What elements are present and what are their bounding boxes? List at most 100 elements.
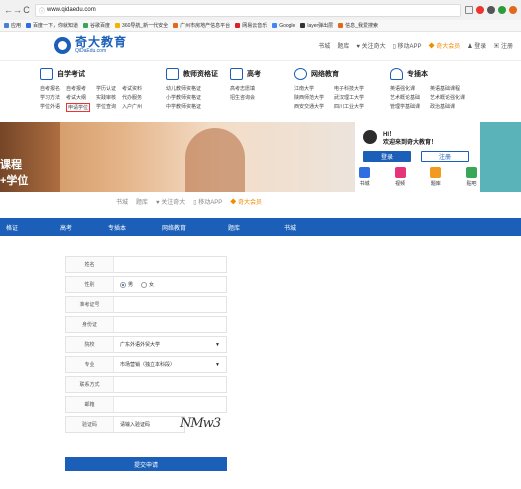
- quick-link-video[interactable]: 视频: [394, 167, 406, 187]
- quick-link-bookstore[interactable]: 书城: [359, 167, 370, 187]
- menu-link[interactable]: 电子科技大学: [334, 85, 364, 92]
- bookmark-item[interactable]: 360导航_新一代安全: [115, 22, 168, 29]
- site-logo[interactable]: 奇大教育 QiDaEdu.com: [54, 36, 127, 54]
- link-login[interactable]: ♟ 登录: [467, 41, 486, 50]
- captcha-image[interactable]: NMw3: [180, 416, 230, 433]
- star-icon[interactable]: [465, 6, 473, 14]
- bookmark-item[interactable]: 谷歌百度: [83, 22, 110, 29]
- category-title[interactable]: 网络教育: [311, 69, 339, 79]
- link-bookstore[interactable]: 书城: [116, 197, 128, 206]
- menu-link-apply-degree[interactable]: 申请学位: [66, 103, 91, 112]
- link-bookstore[interactable]: 书城: [318, 41, 330, 50]
- category-gaokao: 高考 高考志愿填 招生咨询会: [230, 67, 261, 101]
- nav-item[interactable]: 书城: [284, 223, 296, 232]
- menu-link[interactable]: 考试资料: [122, 85, 142, 92]
- menu-link[interactable]: 自考报名: [40, 85, 60, 92]
- building-icon: [230, 68, 243, 80]
- major-select[interactable]: 专业 市场营销（独立本科段） ▼: [65, 356, 227, 373]
- menu-link[interactable]: 陕西师范大学: [294, 94, 324, 101]
- back-icon[interactable]: ←: [4, 5, 13, 15]
- bookmark-baidu[interactable]: 百度一下，你就知道: [26, 22, 78, 29]
- extension-icon[interactable]: [498, 6, 506, 14]
- link-follow[interactable]: ♥ 关注奇大: [356, 41, 385, 50]
- contact-field[interactable]: 联系方式: [65, 376, 227, 393]
- menu-link[interactable]: 英语基础课程: [430, 85, 465, 92]
- link-question-bank[interactable]: 题库: [136, 197, 148, 206]
- extension-icon[interactable]: [476, 6, 484, 14]
- site-header: 奇大教育 QiDaEdu.com 书城 题库 ♥ 关注奇大 ▯ 移动APP ◆ …: [0, 32, 521, 60]
- school-selected-value: 广东外语外贸大学: [120, 342, 161, 348]
- nav-item[interactable]: 网络教育: [162, 223, 186, 232]
- bookmark-item[interactable]: 广州市房地产信息平台: [173, 22, 230, 29]
- menu-link[interactable]: 艺术概论基础: [390, 94, 420, 101]
- menu-link[interactable]: 西安交通大学: [294, 103, 324, 110]
- link-follow[interactable]: ♥ 关注奇大: [156, 197, 185, 206]
- link-mobile-app[interactable]: ▯ 移动APP: [393, 41, 422, 50]
- nav-item[interactable]: 题库: [228, 223, 240, 232]
- gender-male-radio[interactable]: 男: [120, 281, 133, 288]
- extension-icon[interactable]: [509, 6, 517, 14]
- menu-link[interactable]: 四川工业大学: [334, 103, 364, 110]
- admission-number-field[interactable]: 准考证号: [65, 296, 227, 313]
- quick-link-questions[interactable]: 题库: [430, 167, 442, 187]
- bookmark-item[interactable]: 网易云音乐: [235, 22, 267, 29]
- link-mobile-app[interactable]: ▯ 移动APP: [193, 197, 222, 206]
- extension-icon[interactable]: [487, 6, 495, 14]
- login-button[interactable]: 登录: [363, 151, 411, 162]
- logo-icon: [54, 36, 71, 54]
- nav-item[interactable]: 专插本: [108, 223, 126, 232]
- id-card-field[interactable]: 身份证: [65, 316, 227, 333]
- menu-link[interactable]: 管理学基础课: [390, 103, 420, 110]
- captcha-input[interactable]: 请输入验证码: [114, 421, 184, 428]
- bookmark-item[interactable]: 信息_我爱搜索: [338, 22, 378, 29]
- name-field[interactable]: 姓名: [65, 256, 227, 273]
- link-register[interactable]: ▣ 注册: [493, 41, 513, 50]
- link-vip[interactable]: ◆ 奇大会员: [429, 41, 461, 50]
- category-title[interactable]: 专插本: [407, 69, 428, 79]
- menu-link[interactable]: 学位外语: [40, 103, 60, 112]
- secondary-header-links: 书城 题库 ♥ 关注奇大 ▯ 移动APP ◆ 奇大会员: [116, 197, 262, 206]
- nav-item[interactable]: 格证: [6, 223, 18, 232]
- login-panel: HI！ 欢迎来到奇大教育！ 登录 注册 书城 视频 题库 贴吧: [355, 122, 480, 192]
- bookmark-google[interactable]: Google: [272, 23, 295, 29]
- link-vip[interactable]: ◆ 奇大会员: [230, 197, 262, 206]
- menu-link[interactable]: 学历认证: [96, 85, 116, 92]
- menu-link[interactable]: 幼儿教师资格证: [166, 85, 218, 92]
- graduation-cap-icon: [390, 68, 403, 80]
- category-title[interactable]: 高考: [247, 69, 261, 79]
- submit-button[interactable]: 提交申请: [65, 457, 227, 471]
- reload-icon[interactable]: C: [22, 5, 31, 15]
- menu-link[interactable]: 考试大纲: [66, 94, 90, 101]
- menu-link[interactable]: 江南大学: [294, 85, 324, 92]
- email-field[interactable]: 邮箱: [65, 396, 227, 413]
- school-select[interactable]: 院校 广东外语外贸大学 ▼: [65, 336, 227, 353]
- quick-link-forum[interactable]: 贴吧: [465, 167, 477, 187]
- gender-female-radio[interactable]: 女: [141, 281, 154, 288]
- category-title[interactable]: 教师资格证: [183, 69, 218, 79]
- menu-link[interactable]: 学位查询: [96, 103, 116, 112]
- nav-item[interactable]: 高考: [60, 223, 72, 232]
- url-field[interactable]: ⓘ www.qidaedu.com: [35, 3, 461, 17]
- menu-link[interactable]: 自考报考: [66, 85, 90, 92]
- banner-text: +学位: [0, 175, 29, 187]
- register-button[interactable]: 注册: [421, 151, 469, 162]
- menu-link[interactable]: 招生咨询会: [230, 94, 261, 101]
- menu-link[interactable]: 代办服务: [122, 94, 142, 101]
- forward-icon[interactable]: →: [13, 5, 22, 15]
- menu-link[interactable]: 小学教师资格证: [166, 94, 218, 101]
- category-title[interactable]: 自学考试: [57, 69, 85, 79]
- bookmark-apps[interactable]: 应用: [4, 22, 21, 29]
- link-question-bank[interactable]: 题库: [337, 41, 349, 50]
- captcha-field[interactable]: 验证码 请输入验证码: [65, 416, 185, 433]
- menu-link[interactable]: 武汉理工大学: [334, 94, 364, 101]
- menu-link[interactable]: 入户广州: [122, 103, 142, 112]
- field-label: 邮箱: [66, 397, 114, 412]
- menu-link[interactable]: 学习方法: [40, 94, 60, 101]
- menu-link[interactable]: 实践审核: [96, 94, 116, 101]
- menu-link[interactable]: 高考志愿填: [230, 85, 261, 92]
- menu-link[interactable]: 中学教师资格证: [166, 103, 218, 110]
- menu-link[interactable]: 英语强化课: [390, 85, 420, 92]
- menu-link[interactable]: 政治基础课: [430, 103, 465, 110]
- menu-link[interactable]: 艺术概论强化课: [430, 94, 465, 101]
- bookmark-item[interactable]: layer弹出层: [300, 22, 333, 29]
